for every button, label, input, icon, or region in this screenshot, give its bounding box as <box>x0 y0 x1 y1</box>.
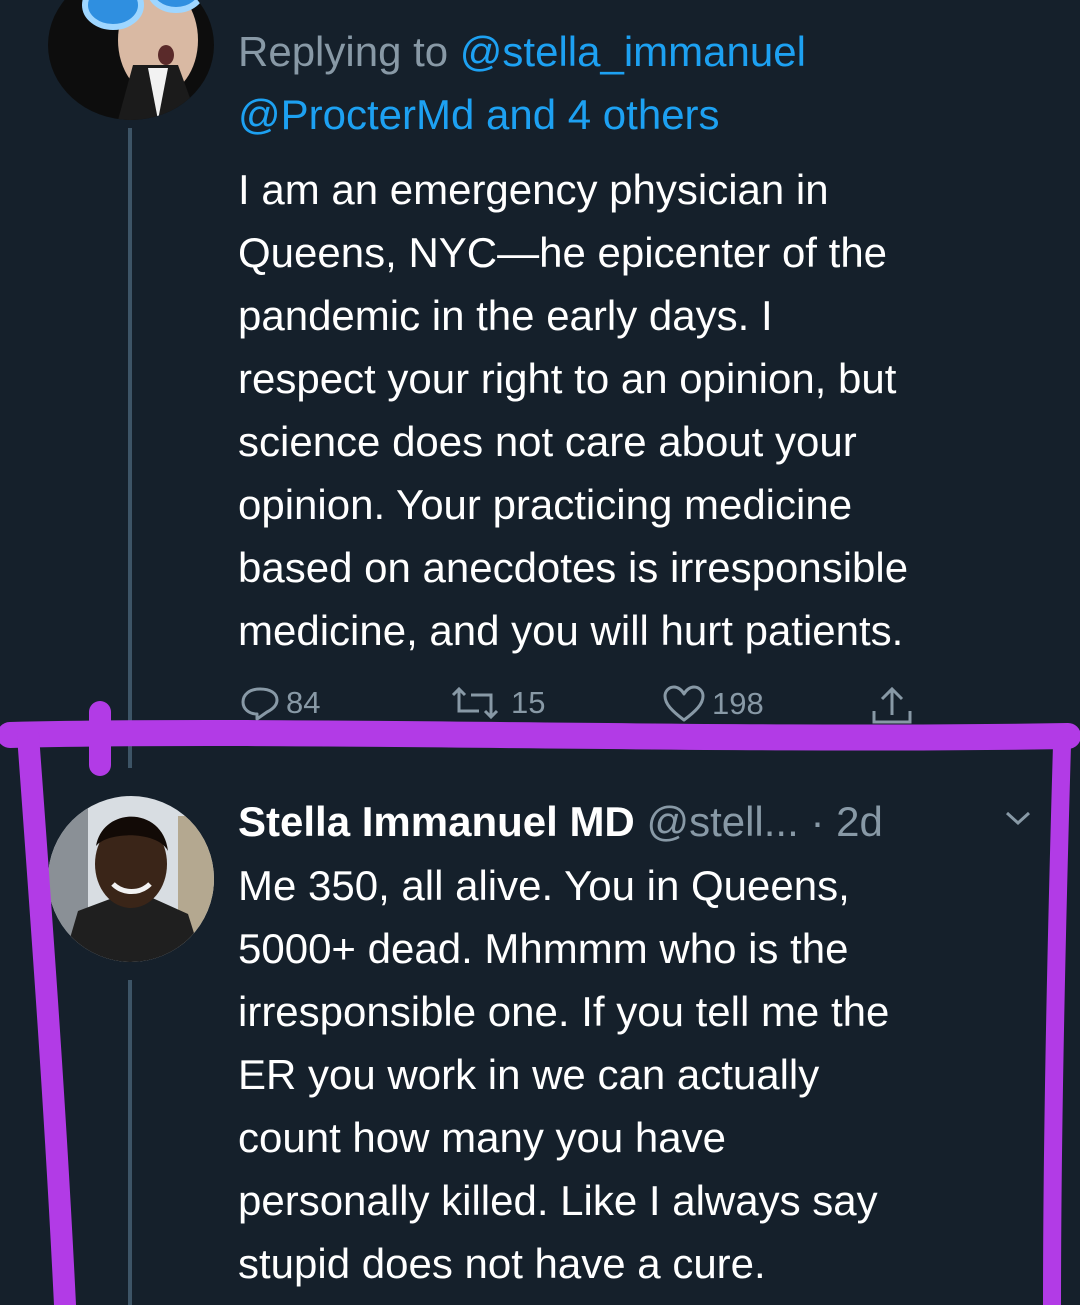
replying-to-label: Replying to <box>238 28 460 75</box>
retweet-icon <box>451 686 499 720</box>
share-icon <box>872 686 912 724</box>
author-handle[interactable]: @stell... <box>646 798 798 845</box>
thread-line-bottom <box>128 980 132 1305</box>
tweet-header: Stella Immanuel MD @stell... · 2d <box>238 790 883 853</box>
reply-count: 84 <box>286 685 321 720</box>
like-icon <box>663 685 705 722</box>
avatar-stella-image <box>48 796 214 962</box>
retweet-button[interactable]: 15 <box>445 685 545 721</box>
reply-handle-stella[interactable]: @stella_immanuel <box>460 28 806 75</box>
like-button[interactable]: 198 <box>662 685 764 723</box>
avatar-stella-immanuel[interactable] <box>48 796 214 962</box>
share-button[interactable] <box>870 685 914 725</box>
retweet-count: 15 <box>511 685 546 720</box>
tweet-action-bar: 84 15 198 <box>240 685 940 735</box>
second-tweet-text: Me 350, all alive. You in Queens, 5000+ … <box>238 862 890 1287</box>
reply-connector: and <box>474 91 568 138</box>
reply-others-link[interactable]: 4 others <box>568 91 720 138</box>
tweet-thread-screen: Replying to @stella_immanuel @ProcterMd … <box>0 0 1080 1305</box>
reply-button[interactable]: 84 <box>240 685 320 721</box>
reply-handle-procter[interactable]: @ProcterMd <box>238 91 474 138</box>
author-name[interactable]: Stella Immanuel MD <box>238 798 635 845</box>
like-count: 198 <box>712 686 764 721</box>
thread-line-top <box>128 128 132 768</box>
tweet-timestamp[interactable]: 2d <box>836 798 883 845</box>
header-separator: · <box>798 798 837 845</box>
chevron-down-icon[interactable] <box>1003 808 1033 828</box>
reply-icon <box>241 687 279 721</box>
avatar-first-tweet[interactable] <box>48 0 214 120</box>
first-tweet-text: I am an emergency physician in Queens, N… <box>238 166 909 654</box>
replying-to-line: Replying to @stella_immanuel @ProcterMd … <box>238 20 806 146</box>
avatar-first-tweet-image <box>48 0 214 120</box>
